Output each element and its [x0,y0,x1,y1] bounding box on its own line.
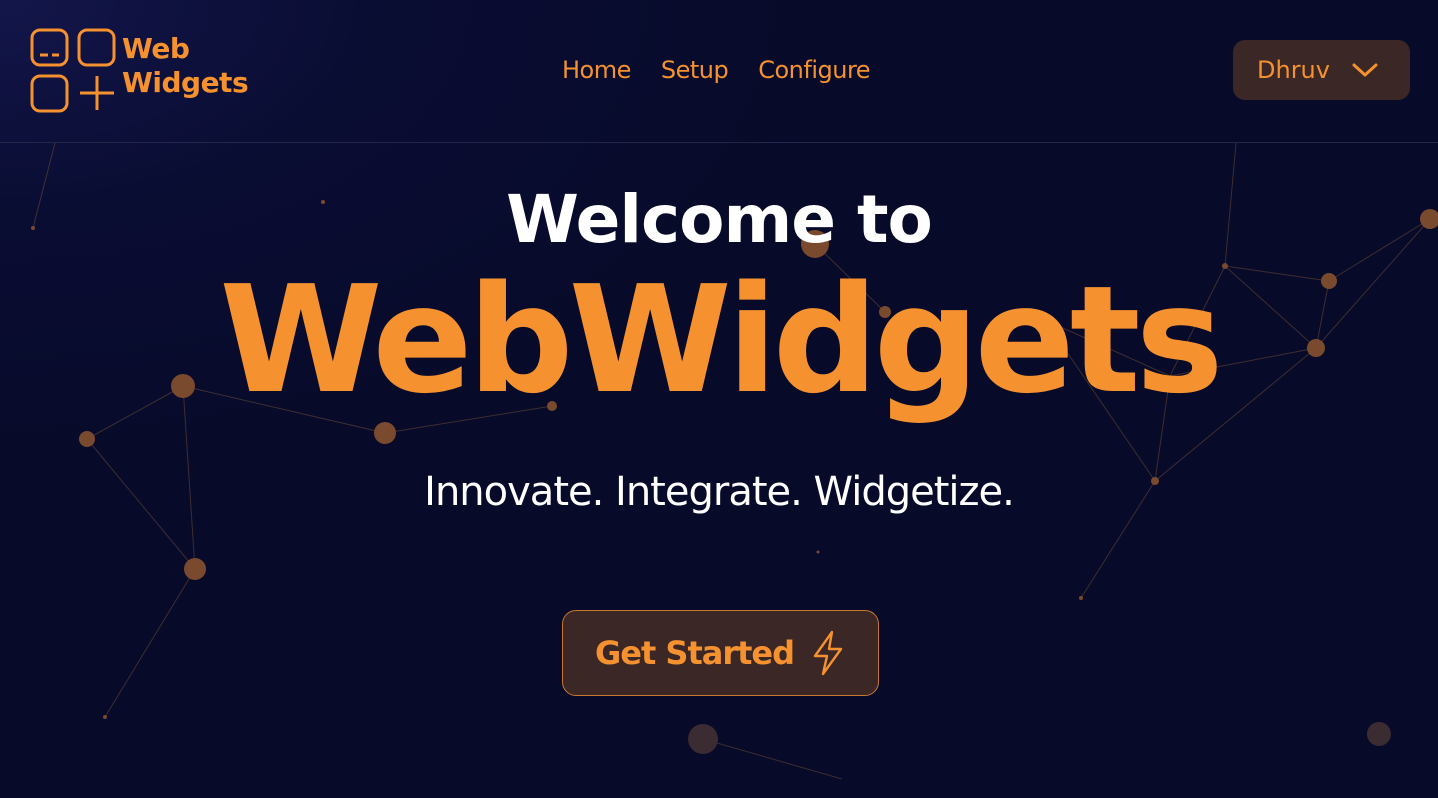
hero-brand-title: WebWidgets [219,254,1223,426]
logo-line-1: Web [122,32,190,65]
user-name: Dhruv [1257,56,1330,84]
logo-line-2: Widgets [122,66,249,99]
main-nav: Home Setup Configure [562,54,871,86]
hero-welcome-text: Welcome to [506,181,933,258]
hero-tagline: Innovate. Integrate. Widgetize. [424,469,1015,515]
user-menu-button[interactable]: Dhruv [1233,40,1410,100]
get-started-label: Get Started [594,634,795,672]
widgets-grid-icon [30,28,116,113]
logo[interactable]: Web Widgets [30,28,270,114]
get-started-button[interactable]: Get Started [562,610,879,696]
top-navbar: Web Widgets Home Setup Configure Dhruv [0,0,1438,143]
logo-text: Web Widgets [122,32,249,100]
nav-item-setup[interactable]: Setup [661,54,729,86]
nav-item-configure[interactable]: Configure [758,54,870,86]
nav-item-home[interactable]: Home [562,54,631,86]
lightning-bolt-icon [813,630,843,676]
page: Web Widgets Home Setup Configure Dhruv W… [0,0,1438,798]
chevron-down-icon [1352,63,1378,77]
